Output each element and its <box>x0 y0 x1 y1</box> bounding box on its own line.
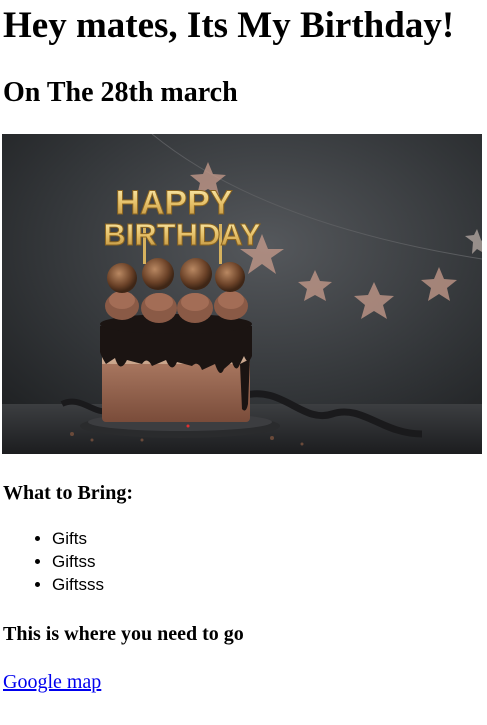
date-heading: On The 28th march <box>3 77 238 108</box>
page-title: Hey mates, Its My Birthday! <box>3 5 455 46</box>
location-heading: This is where you need to go <box>3 623 244 645</box>
page: Hey mates, Its My Birthday! On The 28th … <box>0 0 487 725</box>
what-to-bring-heading: What to Bring: <box>3 482 133 504</box>
google-map-link[interactable]: Google map <box>3 670 101 694</box>
cake-illustration: HAPPY BIRTHDAY <box>2 134 482 454</box>
list-item: Giftss <box>52 550 104 573</box>
list-item: Gifts <box>52 527 104 550</box>
topper-text-birthday: BIRTHDAY <box>103 217 261 252</box>
list-item: Giftsss <box>52 573 104 596</box>
birthday-cake-image: HAPPY BIRTHDAY <box>2 134 482 454</box>
bring-list: Gifts Giftss Giftsss <box>0 527 104 596</box>
